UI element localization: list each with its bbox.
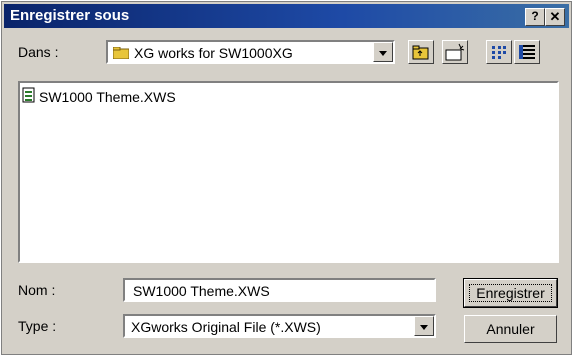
details-view-button[interactable]	[514, 40, 540, 64]
file-name: SW1000 Theme.XWS	[39, 88, 176, 105]
window-title: Enregistrer sous	[10, 7, 130, 24]
location-combo[interactable]: XG works for SW1000XG	[106, 40, 395, 64]
list-view-button[interactable]	[486, 40, 512, 64]
up-folder-button[interactable]	[408, 40, 434, 64]
list-item[interactable]: SW1000 Theme.XWS	[22, 87, 176, 106]
filename-label: Nom :	[18, 282, 56, 298]
file-list[interactable]: SW1000 Theme.XWS	[18, 81, 559, 263]
cancel-button[interactable]: Annuler	[464, 315, 557, 343]
filetype-dropdown-arrow[interactable]	[414, 316, 434, 336]
location-dropdown-arrow[interactable]	[373, 42, 393, 62]
filetype-select[interactable]: XGworks Original File (*.XWS)	[123, 314, 436, 338]
filename-input[interactable]: SW1000 Theme.XWS	[123, 278, 436, 302]
document-icon	[22, 87, 36, 106]
title-bar: Enregistrer sous ? ✕	[4, 4, 569, 28]
location-value: XG works for SW1000XG	[134, 45, 293, 61]
filetype-label: Type :	[18, 318, 57, 334]
location-label: Dans :	[18, 44, 59, 60]
filename-value: SW1000 Theme.XWS	[133, 283, 270, 299]
list-view-icon	[492, 46, 506, 59]
save-as-dialog: Enregistrer sous ? ✕ Dans : XG works for…	[1, 1, 572, 355]
up-folder-icon	[412, 45, 429, 60]
close-button[interactable]: ✕	[545, 8, 565, 26]
help-button[interactable]: ?	[525, 8, 545, 26]
folder-icon	[112, 46, 130, 60]
new-folder-button[interactable]	[442, 40, 468, 64]
save-button[interactable]: Enregistrer	[463, 278, 558, 308]
details-view-icon	[519, 45, 535, 59]
filetype-value: XGworks Original File (*.XWS)	[131, 319, 321, 335]
new-folder-icon	[445, 43, 465, 61]
